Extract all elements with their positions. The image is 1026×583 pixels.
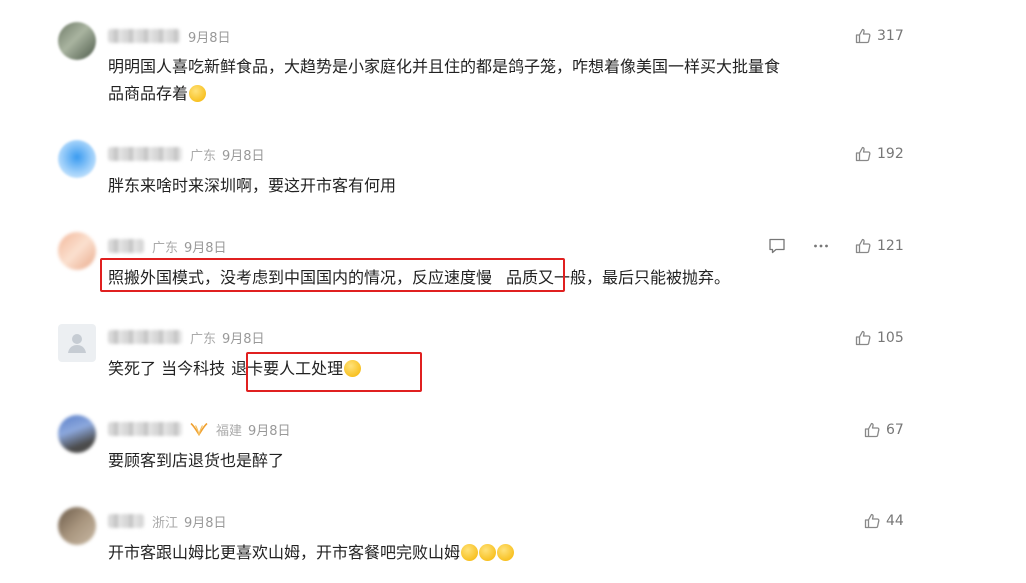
like-count: 44 [886, 513, 904, 529]
thumbs-up-icon [855, 238, 871, 254]
thumbs-up-icon [855, 28, 871, 44]
comment-location: 广东 [190, 331, 217, 347]
vip-badge-icon [190, 422, 208, 436]
comment-date: 9月8日 [222, 331, 265, 347]
default-avatar-icon [68, 334, 86, 353]
username-blurred[interactable] [108, 330, 182, 344]
username-blurred[interactable] [108, 29, 180, 43]
laugh-emoji-icon [189, 85, 207, 102]
avatar[interactable] [58, 415, 96, 453]
highlight-box [246, 352, 422, 392]
comment-text: 笑死了 当今科技 退卡要人工处理 [108, 355, 908, 382]
comment-text: 开市客跟山姆比更喜欢山姆，开市客餐吧完败山姆 [108, 539, 908, 566]
like-button[interactable]: 192 [855, 144, 904, 164]
comment-location: 福建 [216, 423, 243, 439]
username-blurred[interactable] [108, 147, 182, 161]
flushed-emoji-icon [479, 544, 497, 561]
thumbs-up-icon [864, 513, 880, 529]
like-button[interactable]: 105 [855, 328, 904, 348]
comment-location: 广东 [190, 148, 217, 164]
like-button[interactable]: 121 [855, 236, 904, 256]
like-button[interactable]: 317 [855, 26, 904, 46]
comment-date: 9月8日 [222, 148, 265, 164]
flushed-emoji-icon [497, 544, 515, 561]
avatar[interactable] [58, 324, 96, 362]
like-button[interactable]: 67 [864, 420, 904, 440]
avatar[interactable] [58, 140, 96, 178]
highlight-box [100, 258, 565, 292]
username-blurred[interactable] [108, 422, 182, 436]
username-blurred[interactable] [108, 514, 144, 528]
like-count: 317 [877, 28, 904, 44]
comment-date: 9月8日 [188, 30, 231, 46]
comment-location: 广东 [152, 240, 179, 256]
like-count: 67 [886, 422, 904, 438]
like-count: 105 [877, 330, 904, 346]
comment-icon[interactable] [768, 237, 786, 255]
avatar[interactable] [58, 232, 96, 270]
like-button[interactable]: 44 [864, 511, 904, 531]
thumbs-up-icon [864, 422, 880, 438]
comment-location: 浙江 [152, 515, 179, 531]
avatar[interactable] [58, 507, 96, 545]
flushed-emoji-icon [461, 544, 479, 561]
comment-text: 明明国人喜吃新鲜食品，大趋势是小家庭化并且住的都是鸽子笼，咋想着像美国一样买大批… [108, 57, 781, 103]
thumbs-up-icon [855, 146, 871, 162]
avatar[interactable] [58, 22, 96, 60]
thumbs-up-icon [855, 330, 871, 346]
comment-text: 胖东来啥时来深圳啊，要这开市客有何用 [108, 176, 397, 195]
like-count: 192 [877, 146, 904, 162]
username-blurred[interactable] [108, 239, 144, 253]
comment-date: 9月8日 [248, 423, 291, 439]
comment-date: 9月8日 [184, 240, 227, 256]
comment-text: 要顾客到店退货也是醉了 [108, 451, 285, 470]
comment-date: 9月8日 [184, 515, 227, 531]
like-count: 121 [877, 238, 904, 254]
more-dots-icon[interactable] [812, 237, 830, 255]
